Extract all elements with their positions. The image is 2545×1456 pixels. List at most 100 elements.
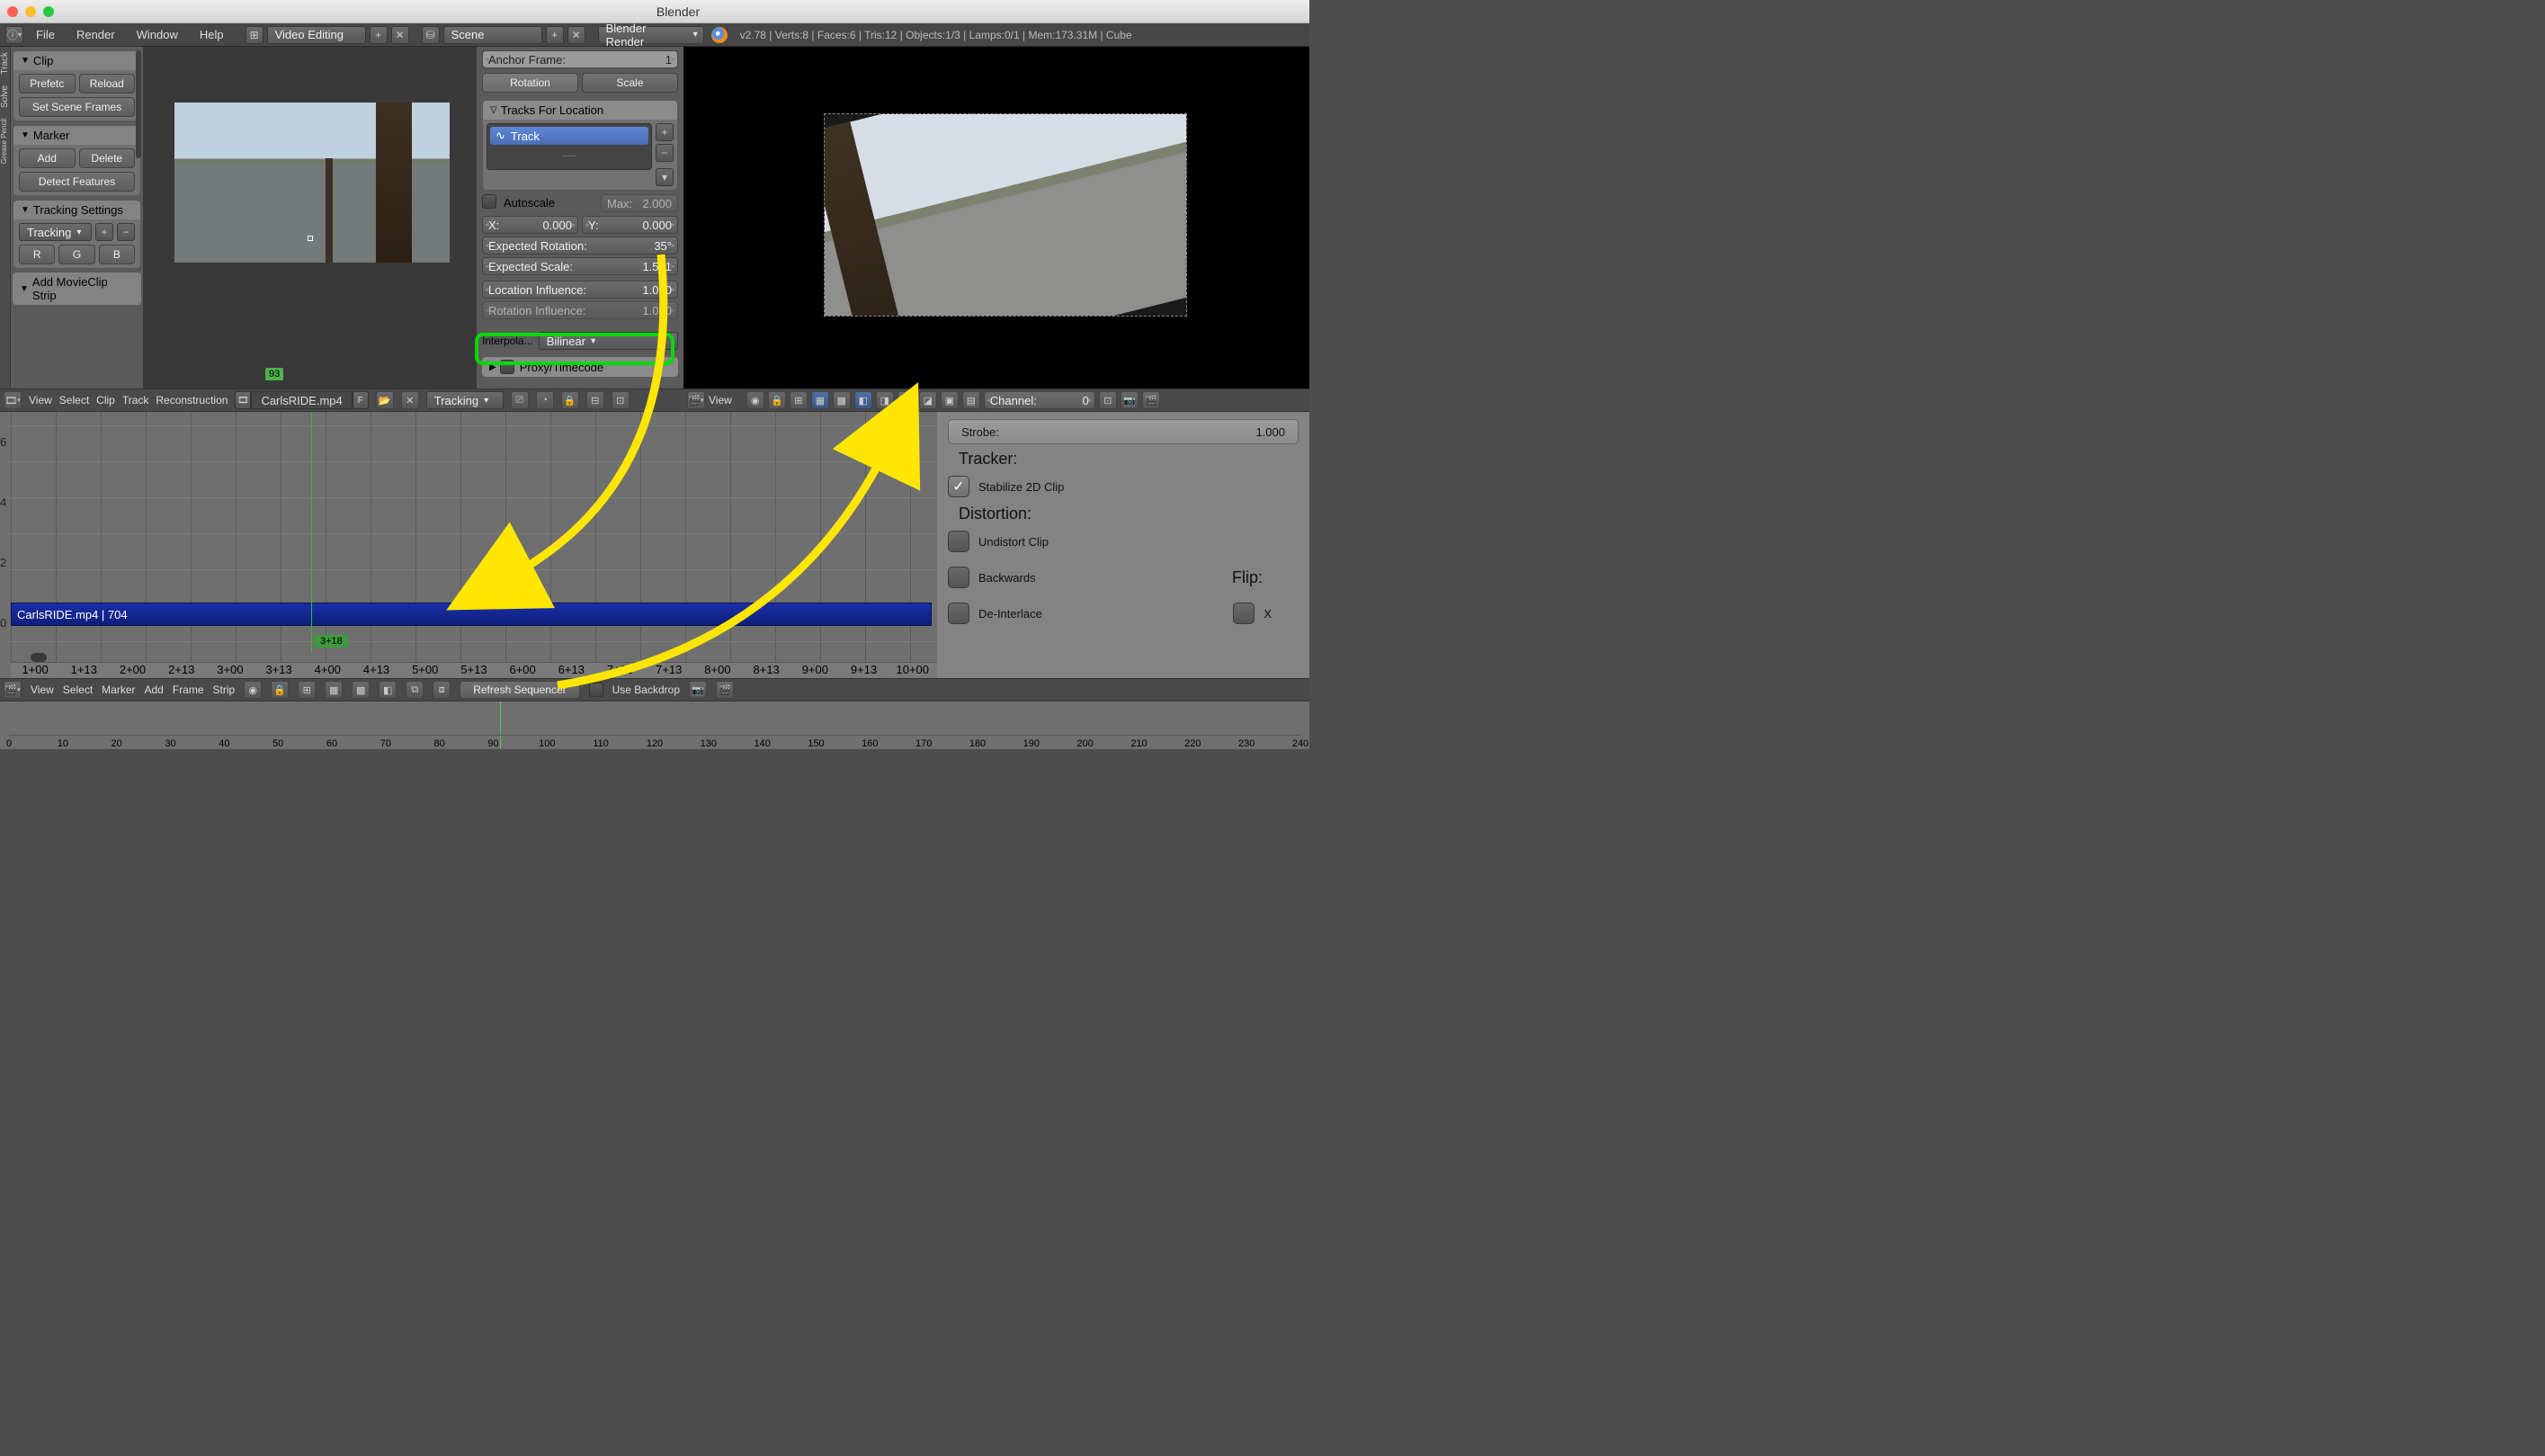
prefetch-button[interactable]: Prefetc — [19, 74, 76, 94]
scale-toggle[interactable]: Scale — [582, 73, 678, 93]
preview-channel-field[interactable]: ◂Channel:0▸ — [984, 391, 1095, 409]
timeline-editor[interactable]: 0102030405060708090100110120130140150160… — [0, 701, 1309, 749]
scene-remove-icon[interactable]: ✕ — [567, 26, 585, 44]
preset-remove-icon[interactable]: − — [117, 223, 135, 241]
seq-view-3-icon[interactable]: ▩ — [352, 681, 370, 699]
seq-menu-strip[interactable]: Strip — [213, 683, 236, 696]
scene-add-icon[interactable]: + — [546, 26, 564, 44]
scene-browse-icon[interactable]: ⛁ — [422, 26, 440, 44]
anchor-frame-field[interactable]: ◂ Anchor Frame: 1 ▸ — [482, 50, 678, 68]
clip-menu-reconstruction[interactable]: Reconstruction — [156, 394, 228, 406]
scene-dropdown[interactable]: Scene — [443, 26, 542, 44]
stabilize-2d-checkbox[interactable]: Stabilize 2D Clip — [948, 476, 1299, 497]
tracking-preset-dropdown[interactable]: Tracking▾ — [19, 223, 92, 241]
zoom-icon[interactable] — [43, 6, 54, 17]
location-influence-field[interactable]: ◂Location Influence:1.000▸ — [482, 281, 678, 299]
clip-file-selector[interactable]: 🎞 CarlsRIDE.mp4 F — [235, 391, 368, 409]
movie-clip-editor[interactable]: 93 — [144, 47, 477, 389]
track-marker-icon[interactable] — [308, 236, 313, 241]
preview-mode-6-icon[interactable]: ◩ — [897, 391, 915, 409]
menu-help[interactable]: Help — [191, 25, 233, 44]
screen-remove-icon[interactable]: ✕ — [391, 26, 409, 44]
menu-window[interactable]: Window — [128, 25, 187, 44]
clip-open-icon[interactable]: 📂 — [376, 391, 394, 409]
clip-fake-user-button[interactable]: F — [353, 391, 369, 409]
screen-browse-icon[interactable]: ⊞ — [246, 26, 263, 44]
clip-toggle-toolbar-icon[interactable]: ⊟ — [586, 391, 604, 409]
seq-view-1-icon[interactable]: ⊞ — [298, 681, 316, 699]
channel-b-button[interactable]: B — [99, 245, 135, 264]
preview-mode-2-icon[interactable]: ▦ — [811, 391, 829, 409]
refresh-sequencer-button[interactable]: Refresh Sequencer — [460, 681, 579, 699]
channel-r-button[interactable]: R — [19, 245, 55, 264]
target-x-field[interactable]: ◂X:0.000▸ — [482, 216, 578, 234]
tab-track[interactable]: Track — [0, 47, 10, 80]
preview-mode-7-icon[interactable]: ◪ — [919, 391, 937, 409]
clip-menu-track[interactable]: Track — [122, 394, 149, 406]
panel-clip-header[interactable]: ▼Clip — [13, 51, 140, 70]
menu-file[interactable]: File — [27, 25, 64, 44]
target-y-field[interactable]: ◂Y:0.000▸ — [582, 216, 678, 234]
track-remove-icon[interactable]: − — [656, 144, 674, 162]
deinterlace-checkbox[interactable]: De-Interlace — [948, 603, 1042, 624]
seq-snap-icon[interactable]: ⧉ — [406, 681, 424, 699]
rotation-influence-field[interactable]: ◂Rotation Influence:1.000▸ — [482, 301, 678, 319]
clip-browse-icon[interactable]: 🎞 — [235, 391, 251, 409]
rotation-toggle[interactable]: Rotation — [482, 73, 578, 93]
flip-x-checkbox[interactable]: X — [1233, 603, 1272, 624]
clip-editor-type-icon[interactable]: 🎞▾ — [4, 391, 22, 409]
screen-add-icon[interactable]: + — [370, 26, 388, 44]
track-list-item[interactable]: ∿ Track — [490, 127, 648, 145]
tab-solve[interactable]: Solve — [0, 80, 10, 113]
clip-lock-icon[interactable]: 🔒 — [561, 391, 579, 409]
reload-button[interactable]: Reload — [79, 74, 136, 94]
clip-view-options-icon[interactable]: ⎚ — [511, 391, 529, 409]
detect-features-button[interactable]: Detect Features — [19, 172, 135, 192]
info-editor-icon[interactable]: ⓘ▾ — [5, 26, 23, 44]
tracks-for-location-header[interactable]: ▽Tracks For Location — [483, 101, 677, 120]
preview-display-icon[interactable]: ◉ — [746, 391, 764, 409]
channel-g-button[interactable]: G — [58, 245, 94, 264]
timeline-ruler[interactable]: 0102030405060708090100110120130140150160… — [9, 735, 1300, 749]
preview-mode-9-icon[interactable]: ▤ — [962, 391, 980, 409]
proxy-checkbox[interactable] — [500, 360, 514, 374]
autoscale-checkbox[interactable] — [482, 194, 496, 209]
panel-add-movieclip-strip[interactable]: ▼Add MovieClip Strip — [13, 272, 141, 305]
sequencer-editor-type-icon[interactable]: 🎬▾ — [4, 681, 22, 699]
tab-grease-pencil[interactable]: Grease Pencil — [0, 113, 8, 169]
undistort-checkbox[interactable]: Undistort Clip — [948, 531, 1299, 552]
list-grip-icon[interactable]: ⸺ — [490, 147, 648, 161]
menu-render[interactable]: Render — [67, 25, 124, 44]
expected-rotation-field[interactable]: ◂Expected Rotation:35°▸ — [482, 237, 678, 255]
preview-mode-1-icon[interactable]: ⊞ — [790, 391, 808, 409]
seq-view-2-icon[interactable]: ▦ — [325, 681, 343, 699]
preview-lock-icon[interactable]: 🔒 — [768, 391, 786, 409]
clip-menu-clip[interactable]: Clip — [96, 394, 115, 406]
preset-add-icon[interactable]: + — [95, 223, 113, 241]
track-add-icon[interactable]: + — [656, 123, 674, 141]
sequencer-time-ruler[interactable]: 1+001+132+002+133+003+134+004+135+005+13… — [11, 662, 937, 678]
seq-menu-frame[interactable]: Frame — [173, 683, 204, 696]
preview-overlay-icon[interactable]: ⊡ — [1099, 391, 1117, 409]
close-icon[interactable] — [7, 6, 18, 17]
backwards-checkbox[interactable]: Backwards — [948, 567, 1036, 588]
use-backdrop-checkbox[interactable] — [589, 683, 603, 697]
marker-delete-button[interactable]: Delete — [79, 148, 136, 168]
clip-filename[interactable]: CarlsRIDE.mp4 — [251, 391, 352, 409]
strobe-field[interactable]: ◂ Strobe: 1.000 — [948, 419, 1299, 444]
video-sequencer[interactable]: 0 2 4 6 CarlsRIDE.mp4 | 704 3+18 1+001+1… — [0, 412, 937, 678]
render-engine-dropdown[interactable]: Blender Render▾ — [598, 26, 704, 44]
preview-mode-5-icon[interactable]: ◨ — [876, 391, 894, 409]
clip-mode-dropdown[interactable]: Tracking▾ — [426, 391, 504, 409]
track-specials-icon[interactable]: ▾ — [656, 168, 674, 186]
tracks-list[interactable]: ∿ Track ⸺ — [487, 123, 652, 170]
seq-display-icon[interactable]: ◉ — [244, 681, 262, 699]
preview-render-icon[interactable]: 🎬 — [1142, 391, 1160, 409]
seq-menu-add[interactable]: Add — [145, 683, 164, 696]
autoscale-max-field[interactable]: Max: 2.000 — [601, 194, 678, 212]
seq-menu-marker[interactable]: Marker — [102, 683, 135, 696]
seq-lock-icon[interactable]: 🔒 — [271, 681, 289, 699]
seq-offset-icon[interactable]: ⧈ — [433, 681, 451, 699]
interpolation-dropdown[interactable]: Bilinear▾ — [539, 332, 678, 350]
scrollbar-thumb[interactable] — [31, 653, 47, 662]
